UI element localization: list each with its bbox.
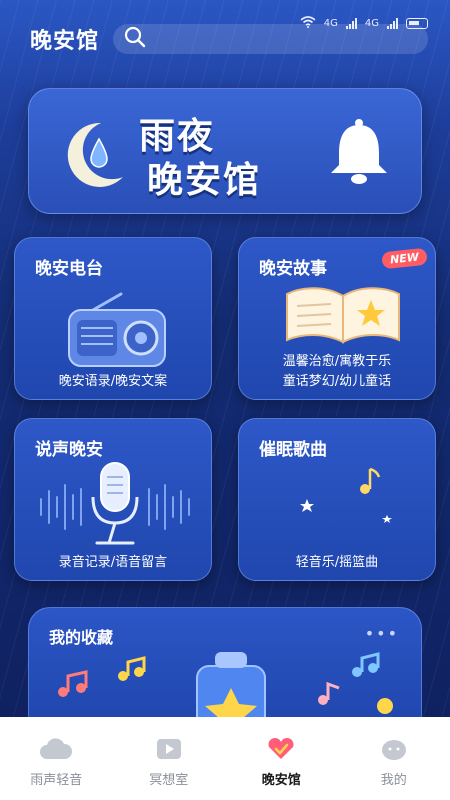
banner-title-line2: 晚安馆 — [147, 160, 262, 201]
bottom-tab-bar: 雨声轻音 冥想室 晚安馆 我的 — [0, 717, 450, 800]
card-subtitle: 录音记录/语音留言 — [58, 555, 168, 570]
card-title: 晚安故事 — [259, 259, 327, 279]
moon-raindrop-icon — [53, 117, 133, 193]
card-subtitle-line2: 童话梦幻/幼儿童话 — [282, 374, 392, 389]
more-icon[interactable]: ••• — [365, 624, 399, 643]
tab-profile[interactable]: 我的 — [349, 737, 439, 788]
search-icon — [123, 25, 147, 53]
card-subtitle: 晚安语录/晚安文案 — [58, 374, 168, 389]
tab-goodnight[interactable]: 晚安馆 — [236, 737, 326, 788]
heart-icon — [266, 737, 296, 765]
favorites-title: 我的收藏 — [49, 628, 114, 647]
card-subtitle: 轻音乐/摇篮曲 — [295, 555, 379, 570]
video-icon — [154, 737, 184, 765]
page-title: 晚安馆 — [30, 29, 100, 54]
cloud-icon — [39, 737, 73, 765]
card-title: 催眠歌曲 — [259, 440, 327, 460]
card-lullaby[interactable]: 催眠歌曲 轻音乐/摇篮曲 — [238, 418, 436, 581]
open-book-icon — [279, 282, 407, 350]
header: 晚安馆 — [30, 22, 428, 56]
card-night-story[interactable]: 晚安故事 NEW 温馨治愈/寓教于乐 童话梦幻/幼儿童话 — [238, 237, 436, 400]
microphone-icon — [37, 459, 193, 553]
profile-icon — [379, 737, 409, 765]
tab-label: 雨声轻音 — [30, 773, 83, 788]
card-title: 晚安电台 — [35, 259, 103, 279]
tab-meditation[interactable]: 冥想室 — [124, 737, 214, 788]
tab-label: 冥想室 — [149, 773, 189, 788]
bell-icon — [325, 117, 393, 191]
card-title: 说声晚安 — [35, 440, 103, 460]
card-subtitle-line1: 温馨治愈/寓教于乐 — [282, 354, 392, 369]
tab-label: 我的 — [380, 773, 407, 788]
hero-banner[interactable]: 雨夜 晚安馆 — [28, 88, 422, 214]
card-say-goodnight[interactable]: 说声晚安 录音记录/语音留言 — [14, 418, 212, 581]
moon-note-icon — [297, 459, 397, 553]
radio-icon — [63, 290, 171, 378]
new-badge: NEW — [381, 247, 428, 270]
tab-label: 晚安馆 — [261, 773, 301, 788]
tab-rain-sounds[interactable]: 雨声轻音 — [11, 737, 101, 788]
search-bar[interactable] — [113, 24, 428, 54]
card-night-radio[interactable]: 晚安电台 晚安语录/晚安文案 — [14, 237, 212, 400]
